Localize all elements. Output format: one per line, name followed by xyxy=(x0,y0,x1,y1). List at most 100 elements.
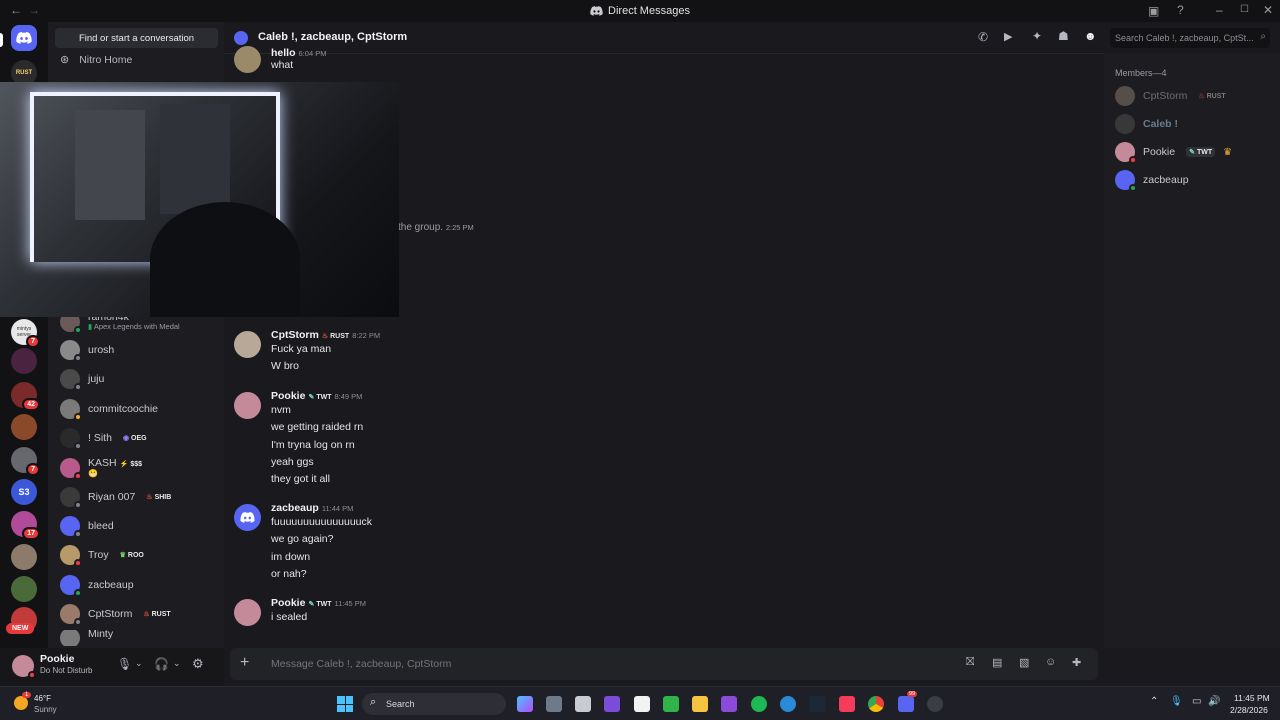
inbox-icon[interactable]: ▣ xyxy=(1148,4,1159,18)
clock-date[interactable]: 2/28/2026 xyxy=(1230,705,1268,715)
chat-search-input[interactable]: Search Caleb !, zacbeaup, CptSt... ⌕ xyxy=(1110,28,1270,48)
settings-gear-icon[interactable]: ⚙ xyxy=(192,656,204,672)
close-icon[interactable]: ✕ xyxy=(1263,3,1273,17)
dm-item[interactable]: zacbeaup xyxy=(60,575,220,597)
dm-item[interactable]: urosh xyxy=(60,340,220,362)
task-view-icon[interactable] xyxy=(546,696,562,712)
dm-item[interactable]: Riyan 007 ♨ SHIB xyxy=(60,487,220,509)
nitro-home-link[interactable]: ⊛ Nitro Home xyxy=(60,53,132,67)
app-icon[interactable] xyxy=(721,696,737,712)
server-s3-label: S3 xyxy=(18,487,30,497)
direct-messages-home-button[interactable] xyxy=(11,25,37,51)
voice-call-icon[interactable]: ✆ xyxy=(978,30,988,44)
message-avatar[interactable] xyxy=(234,46,261,73)
video-call-icon[interactable]: ▶ xyxy=(1004,30,1012,43)
maximize-icon[interactable]: ☐ xyxy=(1240,4,1249,15)
edge-icon[interactable] xyxy=(780,696,796,712)
server-icon[interactable]: 7 xyxy=(11,447,40,476)
headphones-icon[interactable]: 🎧 xyxy=(154,657,169,671)
message-avatar[interactable] xyxy=(234,599,261,626)
server-icon[interactable] xyxy=(11,576,37,602)
steam-icon[interactable] xyxy=(809,696,825,712)
add-friends-icon[interactable]: ☗ xyxy=(1058,29,1069,43)
member-tag: RUST xyxy=(1206,92,1226,100)
video-stream[interactable] xyxy=(0,82,399,317)
message-avatar[interactable] xyxy=(234,331,261,358)
app-icon[interactable] xyxy=(604,696,620,712)
file-explorer-icon[interactable] xyxy=(692,696,708,712)
member-list-icon[interactable]: ☻ xyxy=(1084,29,1097,43)
server-icon[interactable] xyxy=(11,348,37,374)
member-item[interactable]: zacbeaup xyxy=(1115,170,1189,192)
dm-item[interactable]: bleed xyxy=(60,516,220,538)
chevron-down-icon[interactable]: ⌄ xyxy=(173,658,181,669)
message-group: zacbeaup 11:44 PM fuuuuuuuuuuuuuuuck we g… xyxy=(271,502,372,583)
microphone-icon[interactable]: 🎙 xyxy=(1170,696,1183,707)
message-group: Pookie ✎ TWT 11:45 PM i sealed xyxy=(271,597,366,626)
notepad-icon[interactable] xyxy=(634,696,650,712)
dm-name: KASH xyxy=(88,457,117,469)
dm-item[interactable]: CptStorm ♨ RUST xyxy=(60,604,220,626)
start-icon[interactable] xyxy=(337,696,353,712)
member-item[interactable]: Pookie ✎ TWT ♛ xyxy=(1115,142,1232,164)
chevron-down-icon[interactable]: ⌄ xyxy=(135,658,143,669)
app-icon[interactable] xyxy=(575,696,591,712)
emoji-icon[interactable]: ☺ xyxy=(1045,656,1056,668)
help-icon[interactable]: ? xyxy=(1177,3,1184,17)
message-composer[interactable]: + Message Caleb !, zacbeaup, CptStorm ⛝ … xyxy=(230,648,1098,680)
system-message-text: the group. xyxy=(398,222,444,233)
server-icon[interactable]: 42 xyxy=(11,382,40,411)
dm-item[interactable]: juju xyxy=(60,369,220,391)
server-s3[interactable]: S3 xyxy=(11,479,37,505)
dm-item[interactable]: KASH ⚡ $$$ 😬 xyxy=(60,457,220,480)
sticker-icon[interactable]: ▧ xyxy=(1019,656,1029,669)
message-group: hello 6:04 PM what xyxy=(271,47,326,74)
volume-icon[interactable]: 🔊 xyxy=(1208,696,1220,707)
dm-item[interactable]: Minty xyxy=(60,630,220,646)
message-author[interactable]: Pookie xyxy=(271,390,305,402)
app-icon[interactable] xyxy=(927,696,943,712)
dm-tag: OEG xyxy=(131,434,147,442)
server-icon[interactable] xyxy=(11,414,37,440)
server-mintys[interactable]: mintys server 7 xyxy=(11,319,40,348)
forward-icon[interactable]: → xyxy=(28,3,40,17)
discord-taskbar-icon[interactable]: 99 xyxy=(898,691,918,712)
weather-icon[interactable] xyxy=(14,696,28,710)
message-avatar[interactable] xyxy=(234,504,261,531)
member-name: Pookie xyxy=(1143,146,1176,158)
channel-title: Caleb !, zacbeaup, CptStorm xyxy=(258,31,408,43)
taskbar-search[interactable]: ⌕ Search xyxy=(362,693,506,715)
user-avatar[interactable] xyxy=(12,655,36,679)
dm-tag: $$$ xyxy=(130,460,142,468)
pin-icon[interactable]: ✦ xyxy=(1032,29,1042,43)
dm-item[interactable]: Troy ♛ ROO xyxy=(60,545,220,567)
music-icon[interactable] xyxy=(839,696,855,712)
gif-icon[interactable]: ▤ xyxy=(992,656,1002,669)
microphone-icon[interactable]: 🎙 xyxy=(117,657,132,671)
minimize-icon[interactable]: – xyxy=(1216,3,1223,17)
add-attachment-icon[interactable]: + xyxy=(240,654,249,672)
dm-name: juju xyxy=(88,373,105,385)
find-conversation-button[interactable]: Find or start a conversation xyxy=(55,28,218,48)
chrome-icon[interactable] xyxy=(868,696,884,712)
excel-icon[interactable] xyxy=(663,696,679,712)
member-item[interactable]: Caleb ! xyxy=(1115,114,1178,134)
spotify-icon[interactable] xyxy=(751,696,767,712)
chevron-up-icon[interactable]: ⌃ xyxy=(1150,696,1158,707)
server-icon[interactable]: 17 xyxy=(11,511,40,540)
apps-icon[interactable]: ✚ xyxy=(1072,656,1081,669)
gift-icon[interactable]: ⛝ xyxy=(966,656,974,669)
member-item[interactable]: CptStorm ♨ RUST xyxy=(1115,86,1226,106)
copilot-icon[interactable] xyxy=(517,696,533,712)
server-icon[interactable] xyxy=(11,544,37,570)
chat-header: Caleb !, zacbeaup, CptStorm ✆ ▶ ✦ ☗ ☻ xyxy=(224,22,1104,54)
clock-time[interactable]: 11:45 PM xyxy=(1234,693,1270,703)
dm-item[interactable]: commitcoochie xyxy=(60,399,220,421)
network-icon[interactable]: ▭ xyxy=(1192,696,1201,707)
message-author[interactable]: Pookie xyxy=(271,597,305,609)
message-avatar[interactable] xyxy=(234,392,261,419)
dm-item[interactable]: ! Sith ◉ OEG xyxy=(60,428,220,450)
message-author[interactable]: CptStorm xyxy=(271,329,319,341)
message-author[interactable]: zacbeaup xyxy=(271,502,319,514)
back-icon[interactable]: ← xyxy=(10,3,22,17)
